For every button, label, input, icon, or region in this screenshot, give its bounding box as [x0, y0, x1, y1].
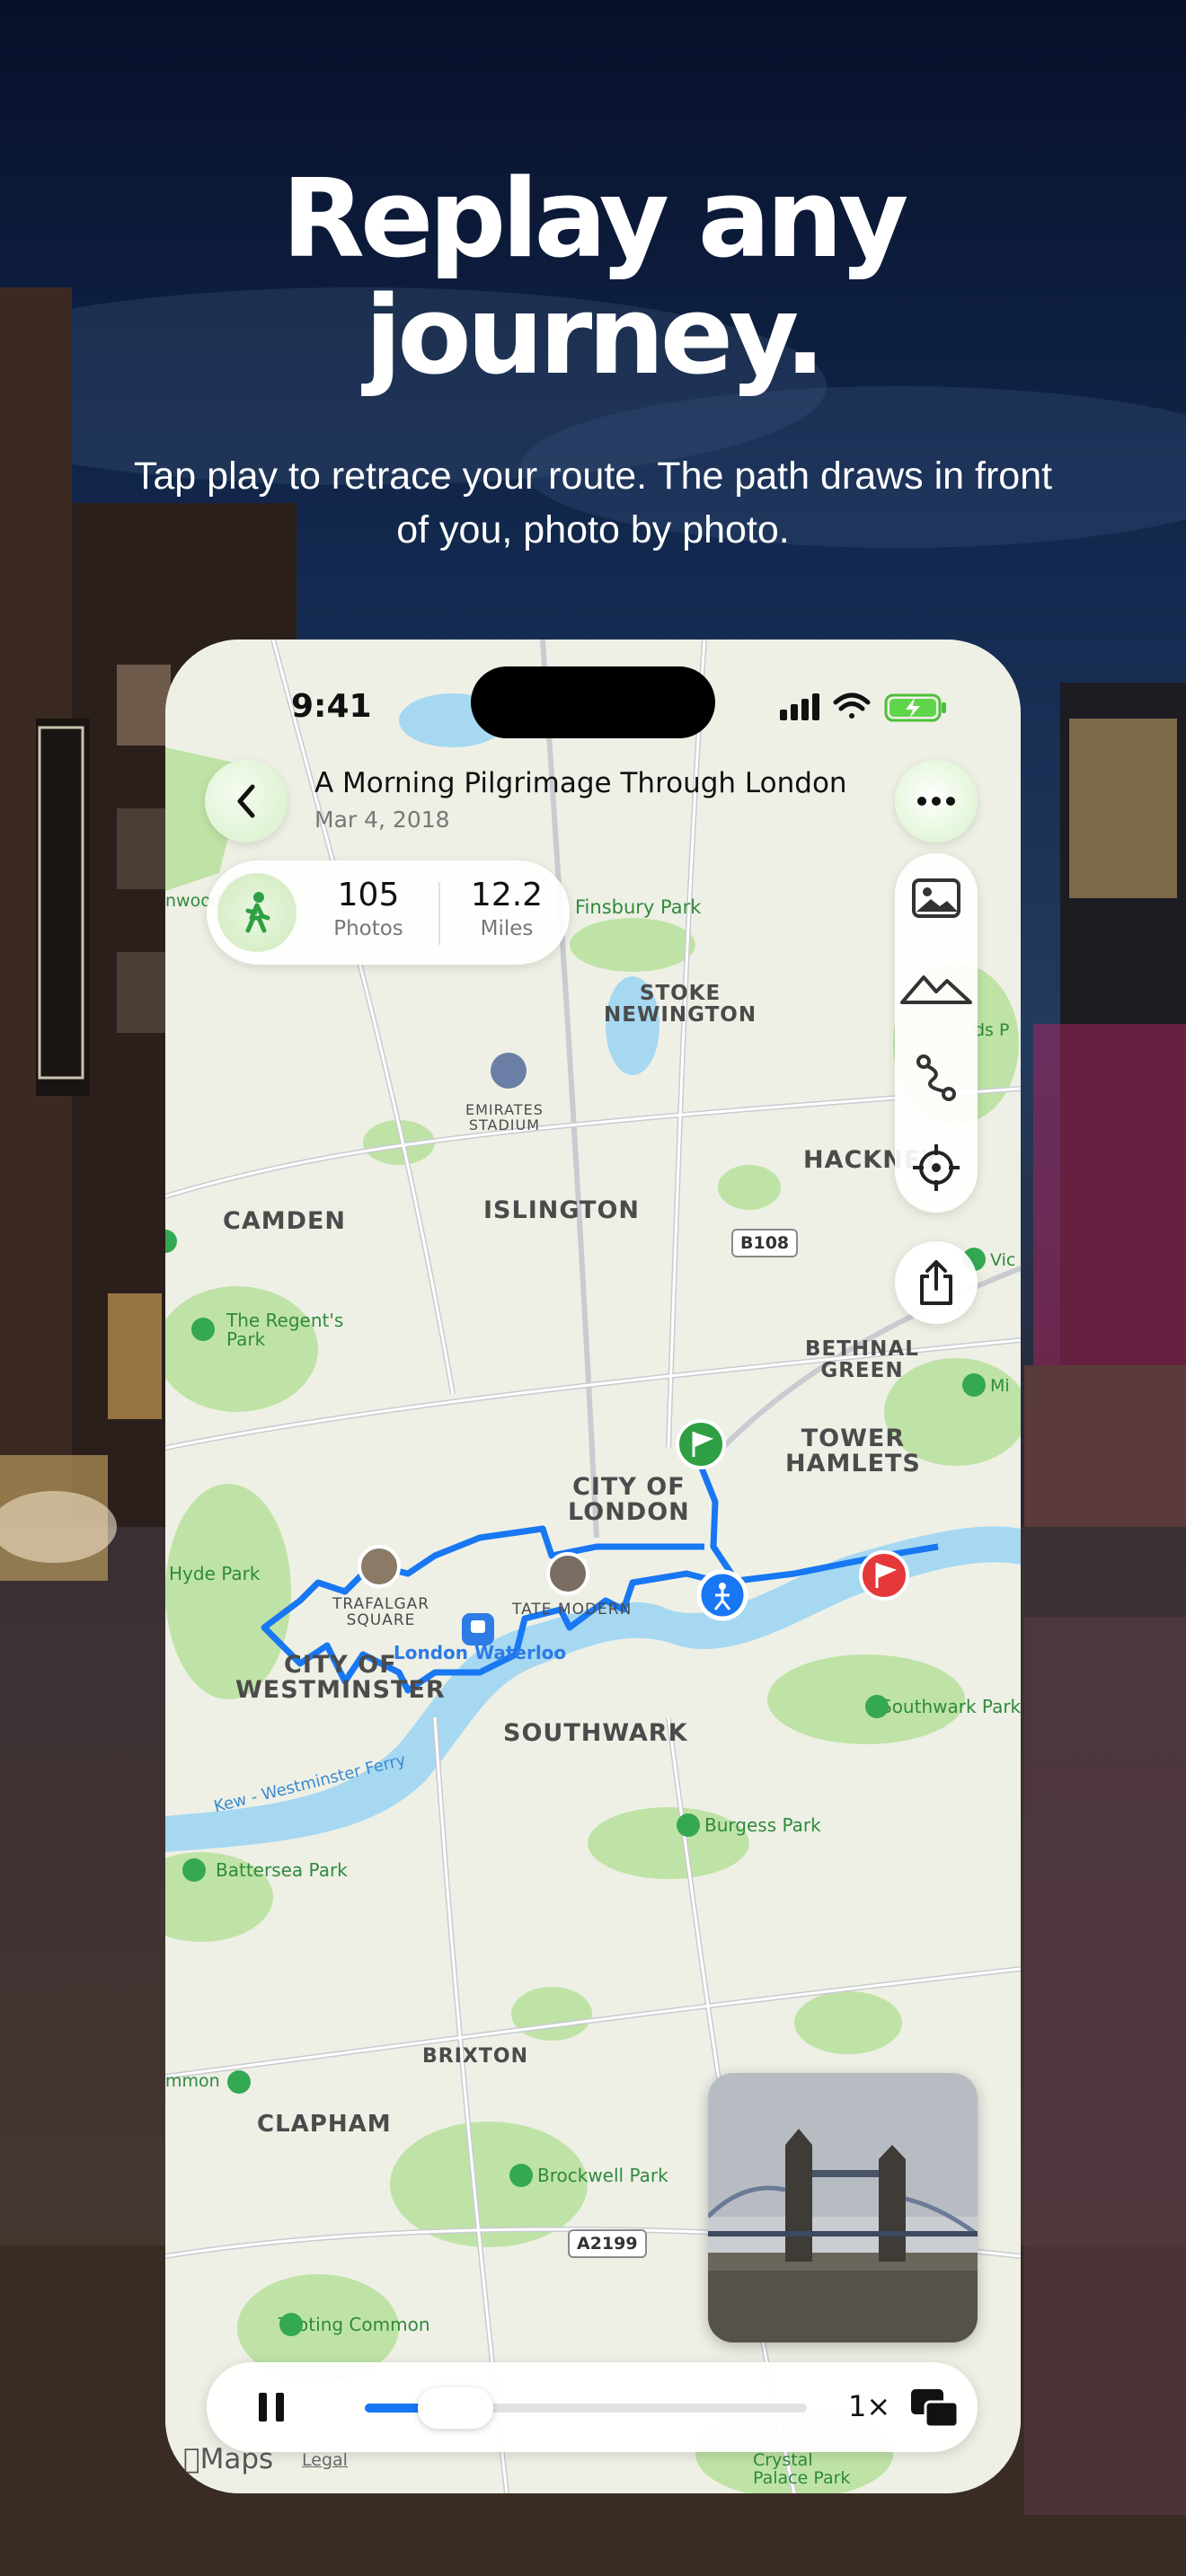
chevron-left-icon: [237, 784, 255, 818]
terrain-button[interactable]: [895, 947, 978, 1029]
map-area-label: CLAPHAM: [257, 2111, 392, 2138]
phone-screen: STOKE NEWINGTON HACKNEY CAMDEN ISLINGTON…: [165, 640, 1021, 2493]
pause-button[interactable]: [253, 2389, 289, 2425]
back-button[interactable]: [205, 760, 288, 842]
journey-stats: 105 Photos 12.2 Miles: [207, 860, 570, 965]
journey-date: Mar 4, 2018: [314, 807, 450, 833]
crosshair-icon: [913, 1144, 960, 1191]
park-label: Battersea Park: [216, 1859, 348, 1881]
photos-label: Photos: [333, 917, 403, 940]
map-area-label: STOKE NEWINGTON: [604, 982, 757, 1028]
subheadline: Tap play to retrace your route. The path…: [108, 449, 1078, 557]
subheadline-line-1: Tap play to retrace your route. The path…: [133, 454, 1053, 498]
map-landmark-label: EMIRATES STADIUM: [465, 1101, 544, 1134]
mountain-icon: [900, 975, 972, 1004]
headline: Replay any journey.: [0, 162, 1186, 395]
journey-title: A Morning Pilgrimage Through London: [314, 767, 847, 799]
more-button[interactable]: [895, 760, 978, 842]
map-landmark-label: TATE MODERN: [512, 1601, 633, 1619]
dynamic-island: [471, 666, 715, 738]
map-area-label: CAMDEN: [223, 1207, 347, 1235]
miles-count: 12.2: [470, 877, 544, 913]
pause-icon: [259, 2393, 267, 2422]
walking-mode-badge[interactable]: [217, 873, 296, 952]
playback-scrubber[interactable]: [365, 2387, 807, 2429]
walking-icon: [245, 892, 270, 933]
legal-link[interactable]: Legal: [302, 2450, 348, 2470]
apple-logo-icon: : [183, 2443, 200, 2475]
photos-stat: 105 Photos: [305, 877, 431, 940]
park-label: Southwark Park: [881, 1696, 1021, 1717]
miles-stat: 12.2 Miles: [444, 877, 570, 940]
miles-label: Miles: [480, 917, 534, 940]
park-label: ds P: [974, 1020, 1010, 1040]
park-label: Finsbury Park: [575, 896, 702, 918]
park-label: mmon: [165, 2071, 220, 2091]
route-button[interactable]: [895, 1037, 978, 1119]
tower-bridge-photo: [708, 2073, 978, 2342]
map-area-label: CITY OF LONDON: [568, 1473, 690, 1527]
more-icon: [917, 797, 955, 806]
park-label: Mi: [990, 1376, 1010, 1396]
road-badge: A2199: [568, 2229, 647, 2258]
park-label: Hyde Park: [169, 1563, 261, 1584]
signal-icon: [780, 693, 819, 720]
picture-in-picture-button[interactable]: [909, 2387, 960, 2429]
share-button[interactable]: [895, 1241, 978, 1324]
map-area-label: ISLINGTON: [483, 1196, 640, 1224]
map-toolbar: [895, 853, 978, 1213]
status-icons: [780, 693, 946, 722]
station-label: London Waterloo: [394, 1642, 567, 1663]
playback-controls: 1×: [207, 2362, 978, 2452]
wifi-icon: [833, 693, 871, 719]
subheadline-line-2: of you, photo by photo.: [396, 508, 790, 551]
park-label: Tooting Common: [279, 2314, 430, 2335]
headline-line-2: journey.: [365, 274, 826, 399]
park-label: Brockwell Park: [537, 2165, 668, 2186]
share-icon: [920, 1260, 952, 1305]
map-landmark-label: TRAFALGAR SQUARE: [332, 1595, 430, 1629]
route-icon: [916, 1054, 956, 1101]
current-photo-thumbnail[interactable]: [708, 2073, 978, 2342]
scrubber-handle[interactable]: [418, 2387, 494, 2429]
map-area-label: BRIXTON: [422, 2045, 528, 2068]
apple-maps-brand: Maps: [183, 2443, 273, 2475]
recenter-button[interactable]: [895, 1126, 978, 1209]
headline-line-1: Replay any: [281, 157, 909, 282]
park-label: Vic: [990, 1250, 1016, 1270]
playback-speed-button[interactable]: 1×: [848, 2389, 890, 2423]
map-area-label: BETHNAL GREEN: [805, 1337, 919, 1383]
photo-icon: [912, 878, 960, 918]
photos-toggle-button[interactable]: [895, 857, 978, 940]
road-badge: B108: [731, 1229, 799, 1257]
map-area-label: SOUTHWARK: [503, 1719, 688, 1747]
status-time: 9:41: [291, 688, 372, 725]
photos-count: 105: [337, 877, 400, 913]
playback-progress: [365, 2404, 426, 2413]
park-label: Crystal Palace Park: [753, 2450, 851, 2488]
maps-brand-text: Maps: [183, 2443, 274, 2475]
stats-divider: [438, 882, 440, 945]
park-label: Burgess Park: [704, 1814, 821, 1836]
map-area-label: TOWER HAMLETS: [785, 1425, 921, 1478]
park-label: The Regent's Park: [226, 1310, 344, 1350]
battery-icon: [884, 693, 946, 722]
